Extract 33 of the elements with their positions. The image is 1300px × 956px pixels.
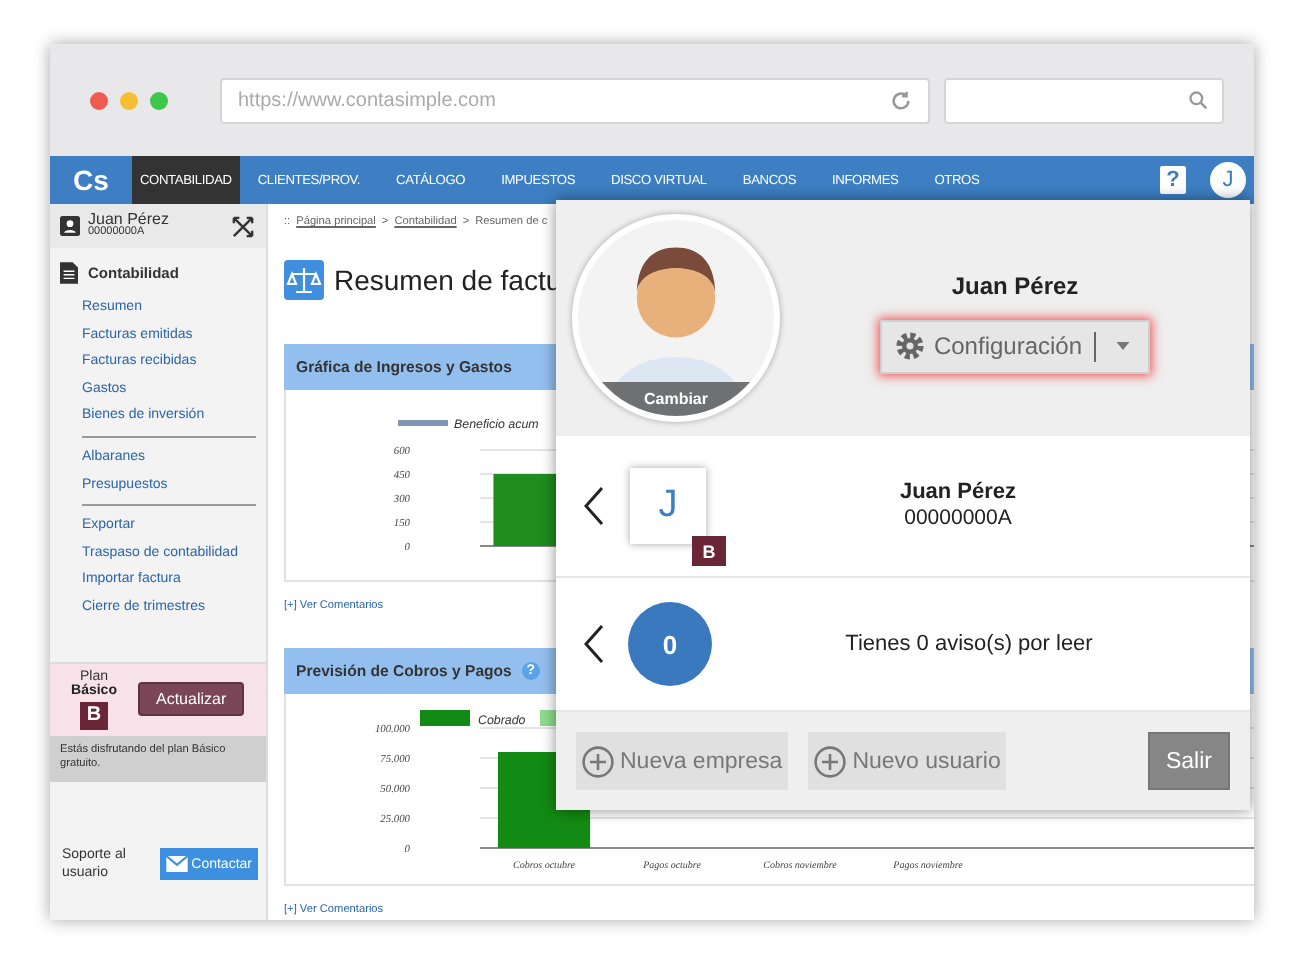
plus-circle-icon xyxy=(582,745,614,777)
settings-dropdown-button[interactable]: Configuración xyxy=(879,319,1151,373)
plan-badge: B xyxy=(80,701,108,730)
settings-icon xyxy=(893,330,926,362)
notice-text: Tienes 0 aviso(s) por leer xyxy=(843,632,1095,656)
avatar-circle[interactable]: Cambiar xyxy=(572,214,780,422)
notice-count: 0 xyxy=(628,602,712,686)
logout-button[interactable]: Salir xyxy=(1147,732,1230,790)
help-icon[interactable]: ? xyxy=(1160,166,1186,194)
account-name: Juan Pérez xyxy=(899,478,1017,507)
reload-icon[interactable] xyxy=(890,89,912,111)
user-name: Juan Pérez xyxy=(88,212,171,229)
plus-circle-icon xyxy=(814,745,847,777)
add-button[interactable]: Nuevo usuario xyxy=(808,732,1007,790)
contact-card-icon xyxy=(60,216,80,236)
close-window-icon[interactable] xyxy=(90,91,108,109)
app-logo[interactable]: Cs xyxy=(50,156,132,204)
caret-icon xyxy=(1116,342,1131,350)
search-field[interactable] xyxy=(944,77,1224,123)
chevron-left-icon[interactable] xyxy=(584,624,604,664)
add-button[interactable]: Nueva empresa xyxy=(576,732,789,790)
plan-badge: B xyxy=(692,536,726,566)
upgrade-button[interactable]: Actualizar xyxy=(138,682,245,717)
maximize-window-icon[interactable] xyxy=(150,91,168,109)
chevron-left-icon[interactable] xyxy=(584,486,604,526)
account-id: 00000000A xyxy=(904,506,1012,534)
document-icon xyxy=(60,262,78,284)
scales-icon xyxy=(284,260,324,300)
user-name: Juan Pérez xyxy=(951,271,1079,299)
crossed-arrows-icon[interactable] xyxy=(232,215,254,237)
envelope-icon xyxy=(165,856,188,873)
user-avatar[interactable]: J xyxy=(1210,162,1246,198)
search-icon xyxy=(1188,90,1208,110)
